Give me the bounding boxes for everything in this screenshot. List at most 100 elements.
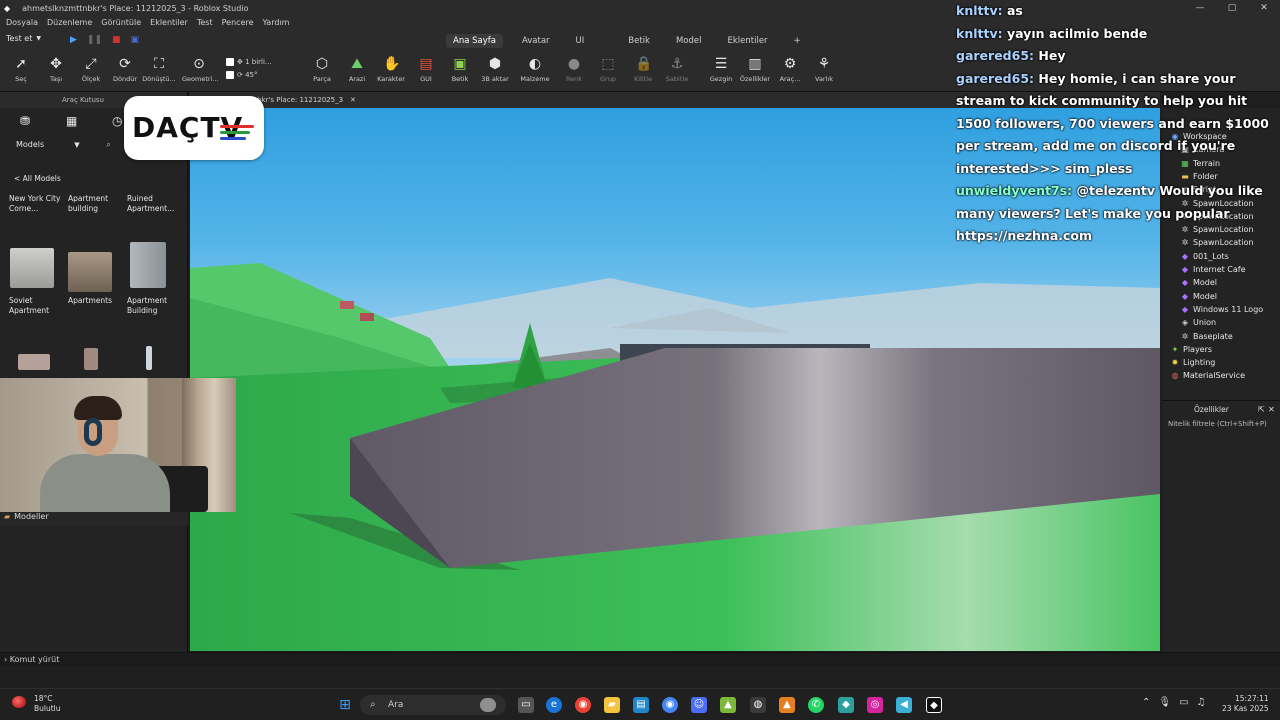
step-icon[interactable]: ▣ (131, 35, 140, 45)
explorer-item[interactable]: ◆ Model (1180, 276, 1217, 289)
material-tool[interactable]: ◐ Malzeme (518, 56, 552, 83)
discord-icon[interactable]: ☺ (691, 697, 707, 713)
checkbox-icon[interactable] (226, 71, 234, 79)
stop-icon[interactable]: ■ (112, 35, 121, 45)
roblox-studio-taskbar-icon[interactable]: ◆ (926, 697, 942, 713)
transform-tool[interactable]: ⛶ Dönüştü... (142, 56, 176, 83)
explorer-item[interactable]: ◈ Union (1180, 316, 1216, 329)
instagram-icon[interactable]: ◎ (867, 697, 883, 713)
scale-tool[interactable]: ⤢ Ölçek (74, 56, 108, 83)
model-thumbnail[interactable] (130, 242, 166, 288)
search-icon[interactable]: ⌕ (106, 140, 111, 150)
snap-rotate[interactable]: ⟳ 45° (226, 69, 272, 82)
vscode-icon[interactable]: ◀ (896, 697, 912, 713)
explorer-item[interactable]: ◆ Windows 11 Logo (1180, 303, 1263, 316)
explorer-item[interactable]: ✲ Baseplate (1180, 330, 1233, 343)
tab-ui[interactable]: UI (569, 34, 592, 48)
windows-start-icon[interactable]: ⊞ (337, 697, 353, 713)
test-mode-select[interactable]: Test et ▼ (6, 34, 41, 43)
model-item-label[interactable]: Apartment Building (127, 296, 179, 316)
tab-script[interactable]: Betik (621, 34, 657, 48)
menu-plugins[interactable]: Eklentiler (150, 16, 188, 30)
explorer-item[interactable]: ✦ Players (1170, 343, 1212, 356)
import-3d-tool[interactable]: ⬢ 3B aktar (478, 56, 512, 83)
part-tool[interactable]: ⬡ Parça (305, 56, 339, 83)
group-tool[interactable]: ⬚ Grup (591, 56, 625, 83)
properties-filter-input[interactable]: Nitelik filtrele (Ctrl+Shift+P) (1168, 420, 1267, 428)
model-thumbnail[interactable] (146, 346, 152, 370)
category-select[interactable]: Models ▼ (16, 140, 80, 149)
chevron-up-icon[interactable]: ⌃ (1142, 697, 1150, 708)
add-tab-button[interactable]: + (787, 34, 808, 48)
command-bar[interactable]: › Komut yürüt (0, 652, 1280, 666)
tab-plugins[interactable]: Eklentiler (721, 34, 775, 48)
terrain-tool[interactable]: ⛰ Arazi (340, 56, 374, 83)
explorer-item[interactable]: ◆ Model (1180, 290, 1217, 303)
network-icon[interactable]: ▭ (1179, 697, 1188, 708)
chrome-alt-icon[interactable]: ◉ (662, 697, 678, 713)
bag-icon[interactable]: ⛃ (20, 114, 30, 128)
anchor-tool[interactable]: ⚓ Sabitle (660, 56, 694, 83)
explorer-tool[interactable]: ☰ Gezgin (704, 56, 738, 83)
explorer-item[interactable]: ◆ 001_Lots (1180, 250, 1229, 263)
lock-tool[interactable]: 🔒 Kilitle (626, 56, 660, 83)
microphone-icon[interactable]: 🎙 (1158, 697, 1171, 708)
taskbar-search[interactable]: ⌕ Ara (360, 695, 506, 715)
popout-icon[interactable]: ⇱ (1258, 405, 1265, 414)
menu-edit[interactable]: Düzenleme (47, 16, 92, 30)
all-models-link[interactable]: < All Models (14, 174, 61, 183)
model-item-label[interactable]: Apartments (68, 296, 120, 306)
close-icon[interactable]: ✕ (350, 92, 356, 108)
chrome-icon[interactable]: ◉ (575, 697, 591, 713)
rotate-tool[interactable]: ⟳ Döndür (108, 56, 142, 83)
geometry-tool[interactable]: ⊙ Geometri... (182, 56, 219, 83)
explorer-item[interactable]: ✹ Lighting (1170, 356, 1216, 369)
game-icon[interactable]: ▲ (720, 697, 736, 713)
color-tool[interactable]: ● Renk (557, 56, 591, 83)
model-thumbnail[interactable] (68, 252, 112, 292)
move-tool[interactable]: ✥ Taşı (39, 56, 73, 83)
snap-move[interactable]: ✥ 1 birli... (226, 56, 272, 69)
menu-file[interactable]: Dosyala (6, 16, 38, 30)
task-view-icon[interactable]: ▭ (518, 697, 534, 713)
checkbox-icon[interactable] (226, 58, 234, 66)
explorer-item[interactable]: ◆ Internet Cafe (1180, 263, 1246, 276)
explorer-item[interactable]: ◍ MaterialService (1170, 369, 1246, 382)
model-thumbnail[interactable] (10, 248, 54, 288)
character-tool[interactable]: ✋ Karakter (374, 56, 408, 83)
app-icon[interactable]: ◆ (838, 697, 854, 713)
clock-icon[interactable]: ◷ (112, 114, 122, 128)
obs-icon[interactable]: ◍ (750, 697, 766, 713)
grid-icon[interactable]: ▦ (66, 114, 77, 128)
edge-icon[interactable]: e (546, 697, 562, 713)
whatsapp-icon[interactable]: ✆ (808, 697, 824, 713)
store-icon[interactable]: ▤ (633, 697, 649, 713)
tab-model[interactable]: Model (669, 34, 709, 48)
select-tool[interactable]: ➚ Seç (4, 56, 38, 83)
menu-test[interactable]: Test (197, 16, 213, 30)
models-footer[interactable]: ▰ Modeller (0, 512, 188, 526)
close-icon[interactable]: ✕ (1268, 405, 1275, 414)
pause-icon[interactable]: ❚❚ (87, 35, 102, 45)
properties-tool[interactable]: ▥ Özellikler (738, 56, 772, 83)
weather-widget[interactable]: 18°C Bulutlu (12, 694, 61, 714)
model-item-label[interactable]: Apartment building (68, 194, 120, 214)
model-thumbnail[interactable] (84, 348, 98, 370)
menu-help[interactable]: Yardım (263, 16, 290, 30)
tab-avatar[interactable]: Avatar (515, 34, 557, 48)
play-icon[interactable]: ▶ (70, 35, 77, 45)
model-item-label[interactable]: Ruined Apartment... (127, 194, 179, 214)
assets-tool[interactable]: ⚘ Varlık (807, 56, 841, 83)
command-input[interactable]: Komut yürüt (10, 655, 60, 664)
menu-window[interactable]: Pencere (222, 16, 254, 30)
script-tool[interactable]: ▣ Betik (443, 56, 477, 83)
tab-home[interactable]: Ana Sayfa (446, 34, 503, 48)
menu-view[interactable]: Görüntüle (101, 16, 141, 30)
taskbar-clock[interactable]: 15:27:11 23 Kas 2025 (1222, 694, 1269, 714)
model-item-label[interactable]: Soviet Apartment (9, 296, 61, 316)
model-thumbnail[interactable] (18, 354, 50, 370)
speaker-icon[interactable]: ♫ (1197, 697, 1206, 708)
model-item-label[interactable]: New York City Corne... (9, 194, 61, 214)
gui-tool[interactable]: ▤ GUI (409, 56, 443, 83)
file-explorer-icon[interactable]: ▰ (604, 697, 620, 713)
